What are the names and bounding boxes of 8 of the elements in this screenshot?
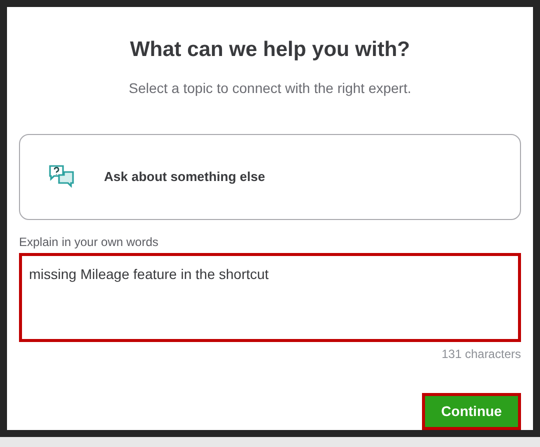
explain-field[interactable]: missing Mileage feature in the shortcut [19, 253, 521, 342]
topic-card[interactable]: Ask about something else [19, 134, 521, 220]
topic-label: Ask about something else [104, 168, 266, 186]
chat-bubbles-icon [48, 164, 76, 190]
character-count: 131 characters [442, 346, 521, 363]
dialog-title: What can we help you with? [128, 37, 411, 63]
explain-label: Explain in your own words [19, 234, 160, 252]
dialog-subtitle: Select a topic to connect with the right expert. [128, 78, 412, 98]
